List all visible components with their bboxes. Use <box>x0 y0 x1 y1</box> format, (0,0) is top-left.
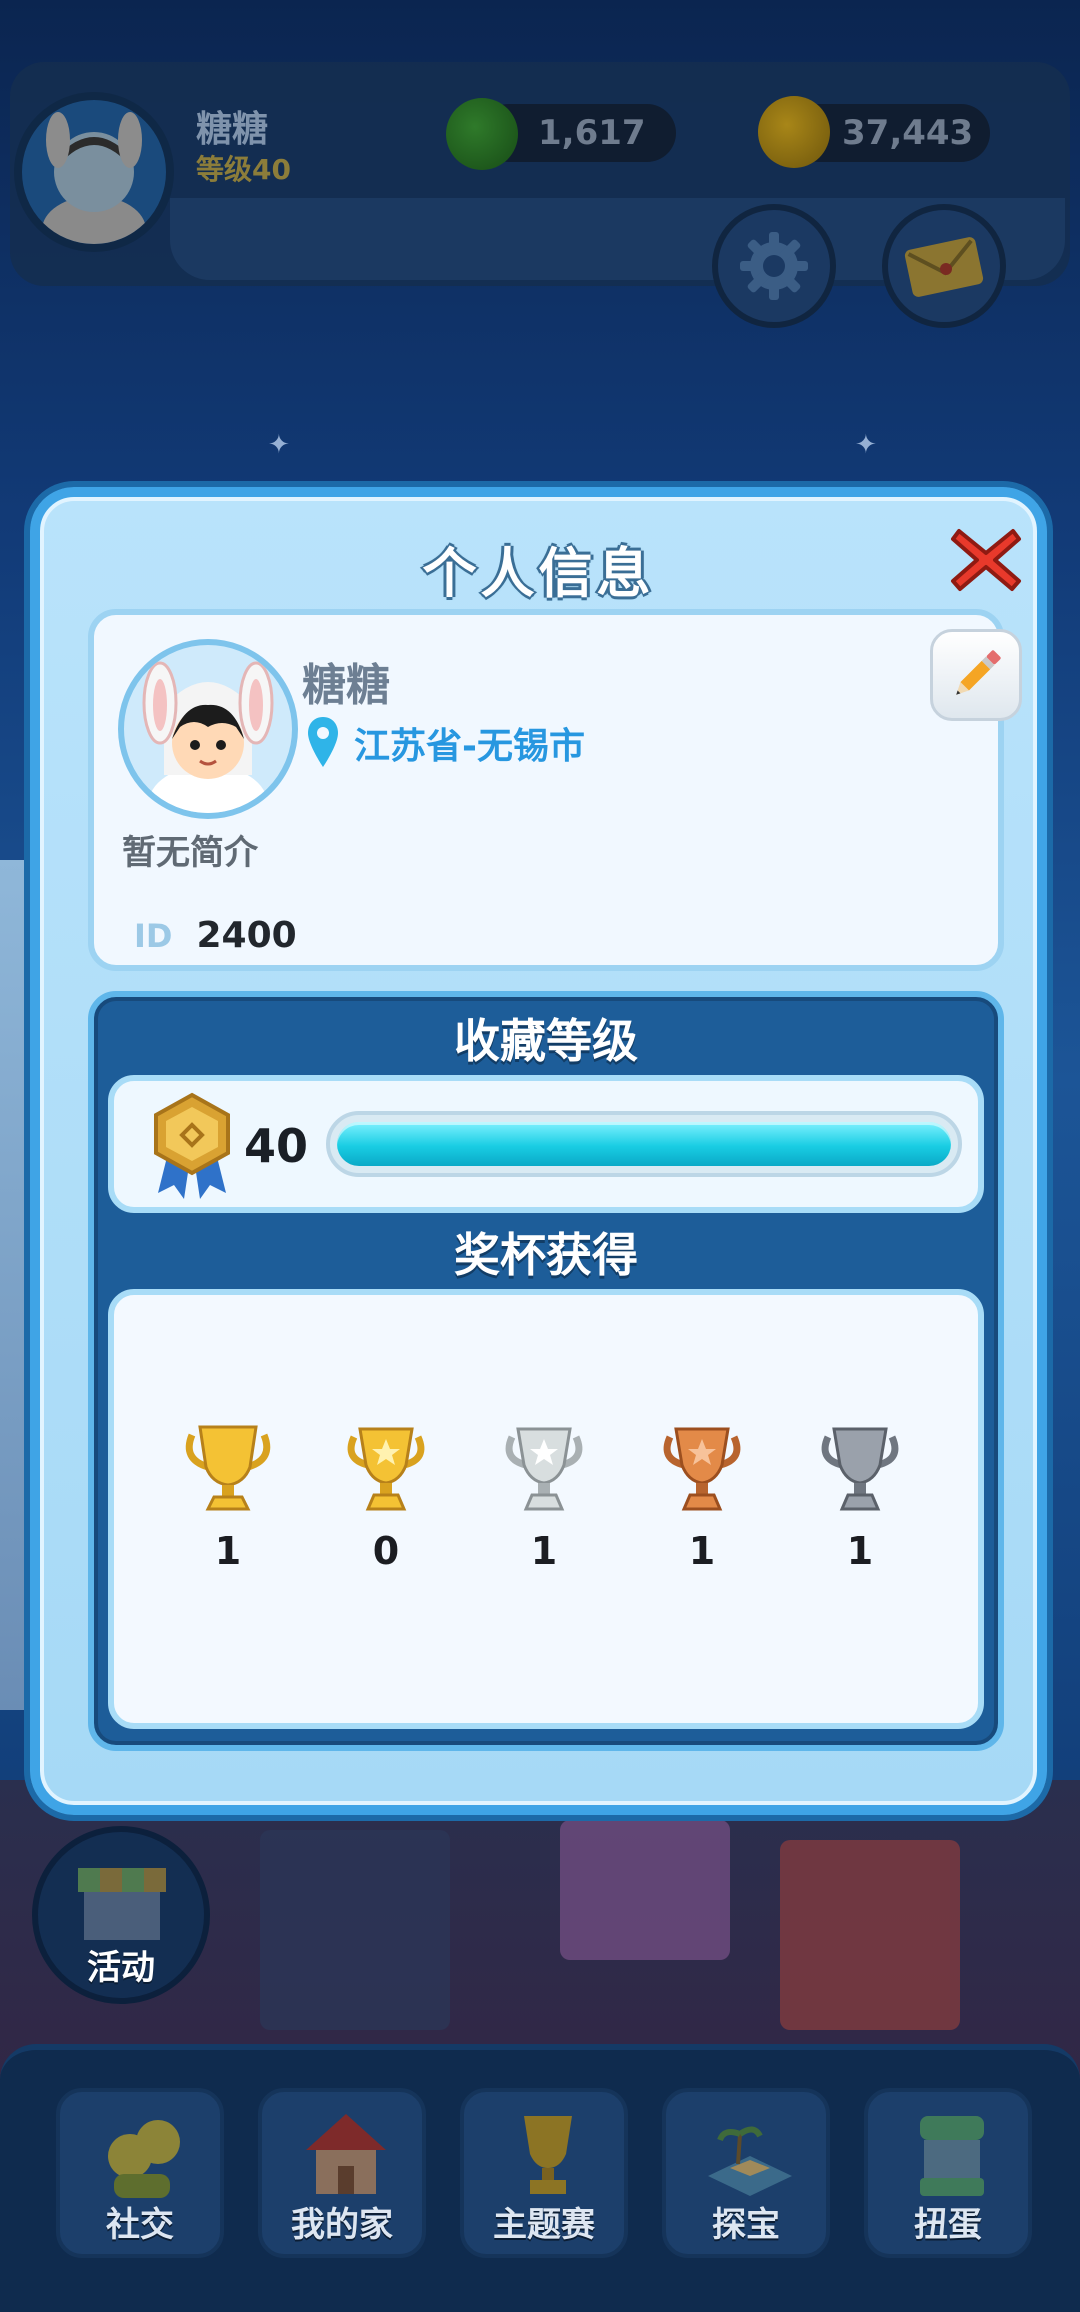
close-button[interactable] <box>945 520 1027 600</box>
profile-location: 江苏省-无锡市 <box>306 715 585 771</box>
activity-label: 活动 <box>87 1948 155 1988</box>
island-icon <box>708 2126 792 2196</box>
profile-avatar[interactable] <box>118 639 298 819</box>
trophies-title: 奖杯获得 <box>454 1228 638 1282</box>
trophy-count: 1 <box>688 1529 716 1573</box>
trophy-iron-icon <box>821 1427 899 1511</box>
shop-icon <box>78 1868 166 1940</box>
trophy-bronze-icon <box>663 1427 741 1511</box>
trophy-gold-big[interactable]: 1 <box>178 1419 278 1573</box>
nav-label: 主题赛 <box>493 2205 595 2245</box>
background-claw-machine <box>560 1820 730 1960</box>
hud-player-name: 糖糖 <box>196 109 269 150</box>
pencil-icon <box>956 650 1001 695</box>
trophy-silver[interactable]: 1 <box>494 1419 594 1573</box>
nav-tournament[interactable]: 主题赛 <box>460 2088 628 2258</box>
coin-icon <box>758 96 830 168</box>
gear-icon <box>740 232 808 300</box>
collection-level-value: 40 <box>244 1119 309 1173</box>
trophy-count: 0 <box>372 1529 400 1573</box>
collection-progress-fill <box>337 1122 951 1166</box>
nav-label: 扭蛋 <box>914 2205 982 2245</box>
star-decoration: ✦ <box>268 430 290 460</box>
nav-my-home[interactable]: 我的家 <box>258 2088 426 2258</box>
background-arcade <box>260 1830 450 2030</box>
nav-treasure[interactable]: 探宝 <box>662 2088 830 2258</box>
nav-label: 我的家 <box>291 2205 393 2245</box>
profile-name: 糖糖 <box>302 660 390 711</box>
edit-profile-button[interactable] <box>930 629 1022 721</box>
profile-bio: 暂无简介 <box>122 833 258 873</box>
envelope-icon <box>904 237 984 297</box>
trophy-gold[interactable]: 0 <box>336 1419 436 1573</box>
gem-icon <box>446 98 518 170</box>
trophy-count: 1 <box>530 1529 558 1573</box>
avatar-icon <box>42 112 146 244</box>
avatar-icon <box>142 661 274 813</box>
trophy-bronze[interactable]: 1 <box>652 1419 752 1573</box>
close-icon <box>951 529 1021 591</box>
house-icon <box>306 2114 386 2194</box>
activity-button[interactable]: 活动 <box>32 1826 210 2004</box>
hud-player-level: 等级40 <box>196 153 291 186</box>
trophy-icon <box>524 2116 572 2194</box>
nav-label: 探宝 <box>712 2205 780 2245</box>
profile-card: 糖糖 江苏省-无锡市 暂无简介 ID 2400 <box>88 609 1022 971</box>
level-badge-icon <box>154 1092 230 1199</box>
trophy-gold-icon <box>185 1425 271 1511</box>
dialog-title: 个人信息 <box>422 542 655 605</box>
trophy-silver-icon <box>505 1427 583 1511</box>
nav-gacha[interactable]: 扭蛋 <box>864 2088 1032 2258</box>
collection-progress-bar <box>326 1111 962 1177</box>
social-icon <box>108 2120 180 2198</box>
trophy-count: 1 <box>846 1529 874 1573</box>
location-pin-icon <box>308 717 338 767</box>
trophy-iron[interactable]: 1 <box>810 1419 910 1573</box>
hud-avatar[interactable] <box>14 92 174 252</box>
collection-level-title: 收藏等级 <box>454 1014 638 1068</box>
mail-button[interactable] <box>882 204 1006 328</box>
background-arcade <box>780 1840 960 2030</box>
settings-button[interactable] <box>712 204 836 328</box>
location-text: 江苏省-无锡市 <box>354 726 585 767</box>
trophies-box: 1 0 1 1 1 <box>108 1289 984 1729</box>
gacha-machine-icon <box>920 2116 984 2196</box>
id-label: ID <box>134 917 173 955</box>
stats-panel: 收藏等级 40 奖杯获得 1 0 1 1 1 <box>88 991 1004 1751</box>
star-decoration: ✦ <box>855 430 877 460</box>
trophy-gold-star-icon <box>347 1427 425 1511</box>
personal-info-dialog: 个人信息 糖糖 江苏省-无锡市 暂无简介 ID 2400 收藏等级 40 奖杯获… <box>30 487 1047 1815</box>
profile-id: ID 2400 <box>134 915 297 956</box>
id-value: 2400 <box>196 915 297 956</box>
trophy-count: 1 <box>214 1529 242 1573</box>
nav-social[interactable]: 社交 <box>56 2088 224 2258</box>
nav-label: 社交 <box>106 2205 174 2245</box>
collection-level-row: 40 <box>108 1075 984 1213</box>
